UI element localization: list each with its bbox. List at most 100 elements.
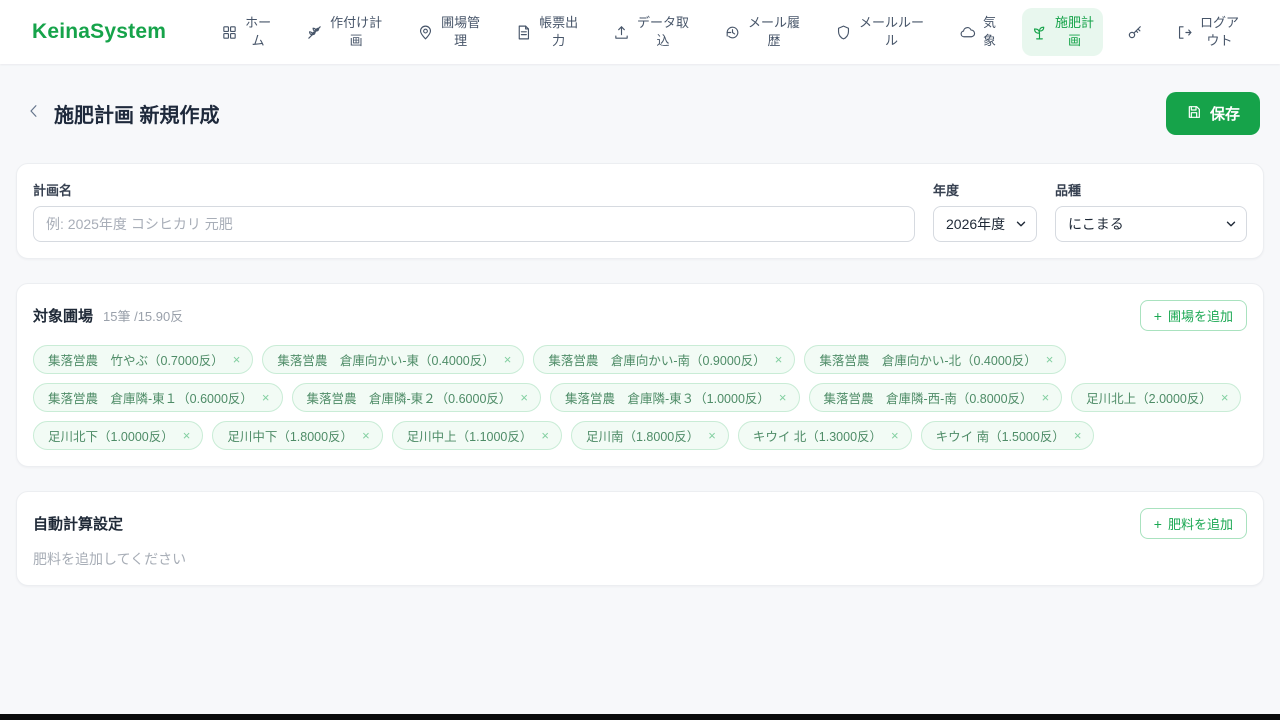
nav-item-field-management[interactable]: 圃場管 理 bbox=[408, 8, 489, 55]
nav-item-weather[interactable]: 気 象 bbox=[950, 8, 1005, 55]
field-tag: 集落営農 竹やぶ（0.7000反） × bbox=[33, 345, 254, 374]
field-tag-label: 集落営農 倉庫隣-東２（0.6000反） bbox=[306, 392, 512, 406]
main-content: 施肥計画 新規作成 保存 計画名 年度 2026年度 品種 にこまる bbox=[0, 64, 1280, 586]
field-tag: 足川北上（2.0000反） × bbox=[1071, 383, 1242, 412]
field-tag: キウイ 南（1.5000反） × bbox=[920, 421, 1095, 450]
close-icon[interactable]: × bbox=[233, 353, 241, 366]
plan-name-input[interactable] bbox=[33, 206, 915, 242]
field-tag-label: 集落営農 倉庫隣-東３（1.0000反） bbox=[565, 392, 770, 406]
nav-item-password[interactable] bbox=[1120, 17, 1150, 47]
close-icon[interactable]: × bbox=[183, 429, 191, 442]
field-tag-label: 集落営農 倉庫隣-西-南（0.8000反） bbox=[823, 392, 1033, 406]
nav-item-label: データ取 込 bbox=[637, 15, 690, 48]
back-button[interactable] bbox=[20, 100, 48, 128]
save-icon bbox=[1186, 104, 1202, 124]
field-tag: 足川南（1.8000反） × bbox=[570, 421, 729, 450]
add-fertilizer-button-label: 肥料を追加 bbox=[1167, 517, 1233, 532]
close-icon[interactable]: × bbox=[1074, 429, 1082, 442]
target-fields-summary: 15筆 /15.90反 bbox=[103, 309, 184, 324]
field-tag: 集落営農 倉庫向かい-北（0.4000反） × bbox=[804, 345, 1067, 374]
field-tag-label: 足川北下（1.0000反） bbox=[48, 430, 174, 444]
nav-item-mail-rules[interactable]: メールルー ル bbox=[826, 8, 933, 55]
field-tag: 足川中下（1.8000反） × bbox=[212, 421, 383, 450]
field-tag-label: 集落営農 倉庫隣-東１（0.6000反） bbox=[48, 392, 253, 406]
close-icon[interactable]: × bbox=[362, 429, 370, 442]
nav-item-label: 施肥計 画 bbox=[1054, 15, 1094, 48]
document-icon bbox=[515, 24, 532, 41]
field-tag-label: 足川中上（1.1000反） bbox=[406, 430, 533, 444]
plus-icon: + bbox=[1153, 515, 1162, 532]
map-pin-icon bbox=[417, 24, 434, 41]
add-fertilizer-button[interactable]: + 肥料を追加 bbox=[1139, 508, 1247, 539]
save-button-label: 保存 bbox=[1209, 106, 1240, 123]
plan-name-label: 計画名 bbox=[33, 183, 73, 198]
shield-icon bbox=[835, 24, 852, 41]
top-navigation-bar: KeinaSystem ホー ム 作付け計 画 圃場管 理 帳票出 力 データ取… bbox=[0, 0, 1280, 64]
field-tag: 集落営農 倉庫向かい-南（0.9000反） × bbox=[533, 345, 796, 374]
field-tag: 足川中上（1.1000反） × bbox=[391, 421, 562, 450]
field-tag-label: 足川南（1.8000反） bbox=[585, 430, 700, 444]
field-tag: 集落営農 倉庫隣-東３（1.0000反） × bbox=[550, 383, 800, 412]
field-tag-label: 集落営農 倉庫向かい-南（0.9000反） bbox=[548, 354, 766, 368]
nav-item-label: メールルー ル bbox=[859, 15, 925, 48]
close-icon[interactable]: × bbox=[504, 353, 512, 366]
nav-item-mail-history[interactable]: メール履 歴 bbox=[715, 8, 809, 55]
close-icon[interactable]: × bbox=[708, 429, 716, 442]
nav-item-report-output[interactable]: 帳票出 力 bbox=[506, 8, 587, 55]
nav-item-fertilization-plan[interactable]: 施肥計 画 bbox=[1021, 8, 1103, 56]
nav-item-label: ログア ウト bbox=[1199, 15, 1239, 48]
nav-item-label: メール履 歴 bbox=[748, 15, 801, 48]
year-select[interactable]: 2026年度 bbox=[933, 206, 1037, 242]
variety-label: 品種 bbox=[1055, 183, 1082, 198]
logout-icon bbox=[1176, 24, 1193, 41]
history-icon bbox=[724, 24, 741, 41]
add-field-button[interactable]: + 圃場を追加 bbox=[1139, 300, 1247, 331]
auto-calc-empty-message: 肥料を追加してください bbox=[33, 551, 187, 567]
nav-item-home[interactable]: ホー ム bbox=[212, 8, 280, 55]
close-icon[interactable]: × bbox=[1046, 353, 1054, 366]
plan-form-card: 計画名 年度 2026年度 品種 にこまる bbox=[16, 163, 1264, 259]
field-tag: 集落営農 倉庫隣-東１（0.6000反） × bbox=[33, 383, 283, 412]
field-tag: キウイ 北（1.3000反） × bbox=[737, 421, 912, 450]
variety-select[interactable]: にこまる bbox=[1055, 206, 1247, 242]
nav-item-label: 作付け計 画 bbox=[330, 15, 383, 48]
close-icon[interactable]: × bbox=[1042, 391, 1050, 404]
close-icon[interactable]: × bbox=[520, 391, 528, 404]
nav-items: ホー ム 作付け計 画 圃場管 理 帳票出 力 データ取 込 メール履 歴 メー… bbox=[212, 8, 1248, 56]
nav-item-label: ホー ム bbox=[245, 15, 272, 48]
auto-calc-card: 自動計算設定 + 肥料を追加 肥料を追加してください bbox=[16, 491, 1264, 586]
target-fields-title: 対象圃場 bbox=[33, 308, 94, 325]
nav-item-planting-plan[interactable]: 作付け計 画 bbox=[297, 8, 391, 55]
close-icon[interactable]: × bbox=[775, 353, 783, 366]
field-tag: 集落営農 倉庫向かい-東（0.4000反） × bbox=[262, 345, 525, 374]
plus-icon: + bbox=[1153, 307, 1162, 324]
nav-item-data-import[interactable]: データ取 込 bbox=[604, 8, 698, 55]
close-icon[interactable]: × bbox=[541, 429, 549, 442]
field-tag: 集落営農 倉庫隣-西-南（0.8000反） × bbox=[808, 383, 1063, 412]
field-tag-list: 集落営農 竹やぶ（0.7000反） × 集落営農 倉庫向かい-東（0.4000反… bbox=[33, 345, 1247, 450]
brand-logo: KeinaSystem bbox=[32, 20, 167, 43]
page-title: 施肥計画 新規作成 bbox=[54, 105, 220, 127]
close-icon[interactable]: × bbox=[891, 429, 899, 442]
sprout-icon bbox=[1031, 24, 1048, 41]
nav-item-logout[interactable]: ログア ウト bbox=[1167, 8, 1248, 55]
page-header: 施肥計画 新規作成 保存 bbox=[20, 92, 1260, 135]
field-tag: 足川北下（1.0000反） × bbox=[33, 421, 204, 450]
field-tag-label: 足川中下（1.8000反） bbox=[227, 430, 354, 444]
chevron-left-icon bbox=[25, 102, 43, 125]
bottom-bar bbox=[0, 714, 1280, 720]
add-field-button-label: 圃場を追加 bbox=[1167, 309, 1233, 324]
target-fields-card: 対象圃場 15筆 /15.90反 + 圃場を追加 集落営農 竹やぶ（0.7000… bbox=[16, 283, 1264, 467]
nav-item-label: 帳票出 力 bbox=[539, 15, 579, 48]
auto-calc-title: 自動計算設定 bbox=[33, 516, 124, 533]
close-icon[interactable]: × bbox=[779, 391, 787, 404]
field-tag-label: 集落営農 倉庫向かい-北（0.4000反） bbox=[819, 354, 1037, 368]
save-button[interactable]: 保存 bbox=[1165, 92, 1260, 135]
close-icon[interactable]: × bbox=[262, 391, 270, 404]
field-tag-label: キウイ 南（1.5000反） bbox=[935, 430, 1065, 444]
cloud-icon bbox=[959, 24, 976, 41]
close-icon[interactable]: × bbox=[1221, 391, 1229, 404]
grid-icon bbox=[221, 24, 238, 41]
field-tag-label: 集落営農 竹やぶ（0.7000反） bbox=[48, 354, 224, 368]
field-tag-label: 集落営農 倉庫向かい-東（0.4000反） bbox=[277, 354, 495, 368]
